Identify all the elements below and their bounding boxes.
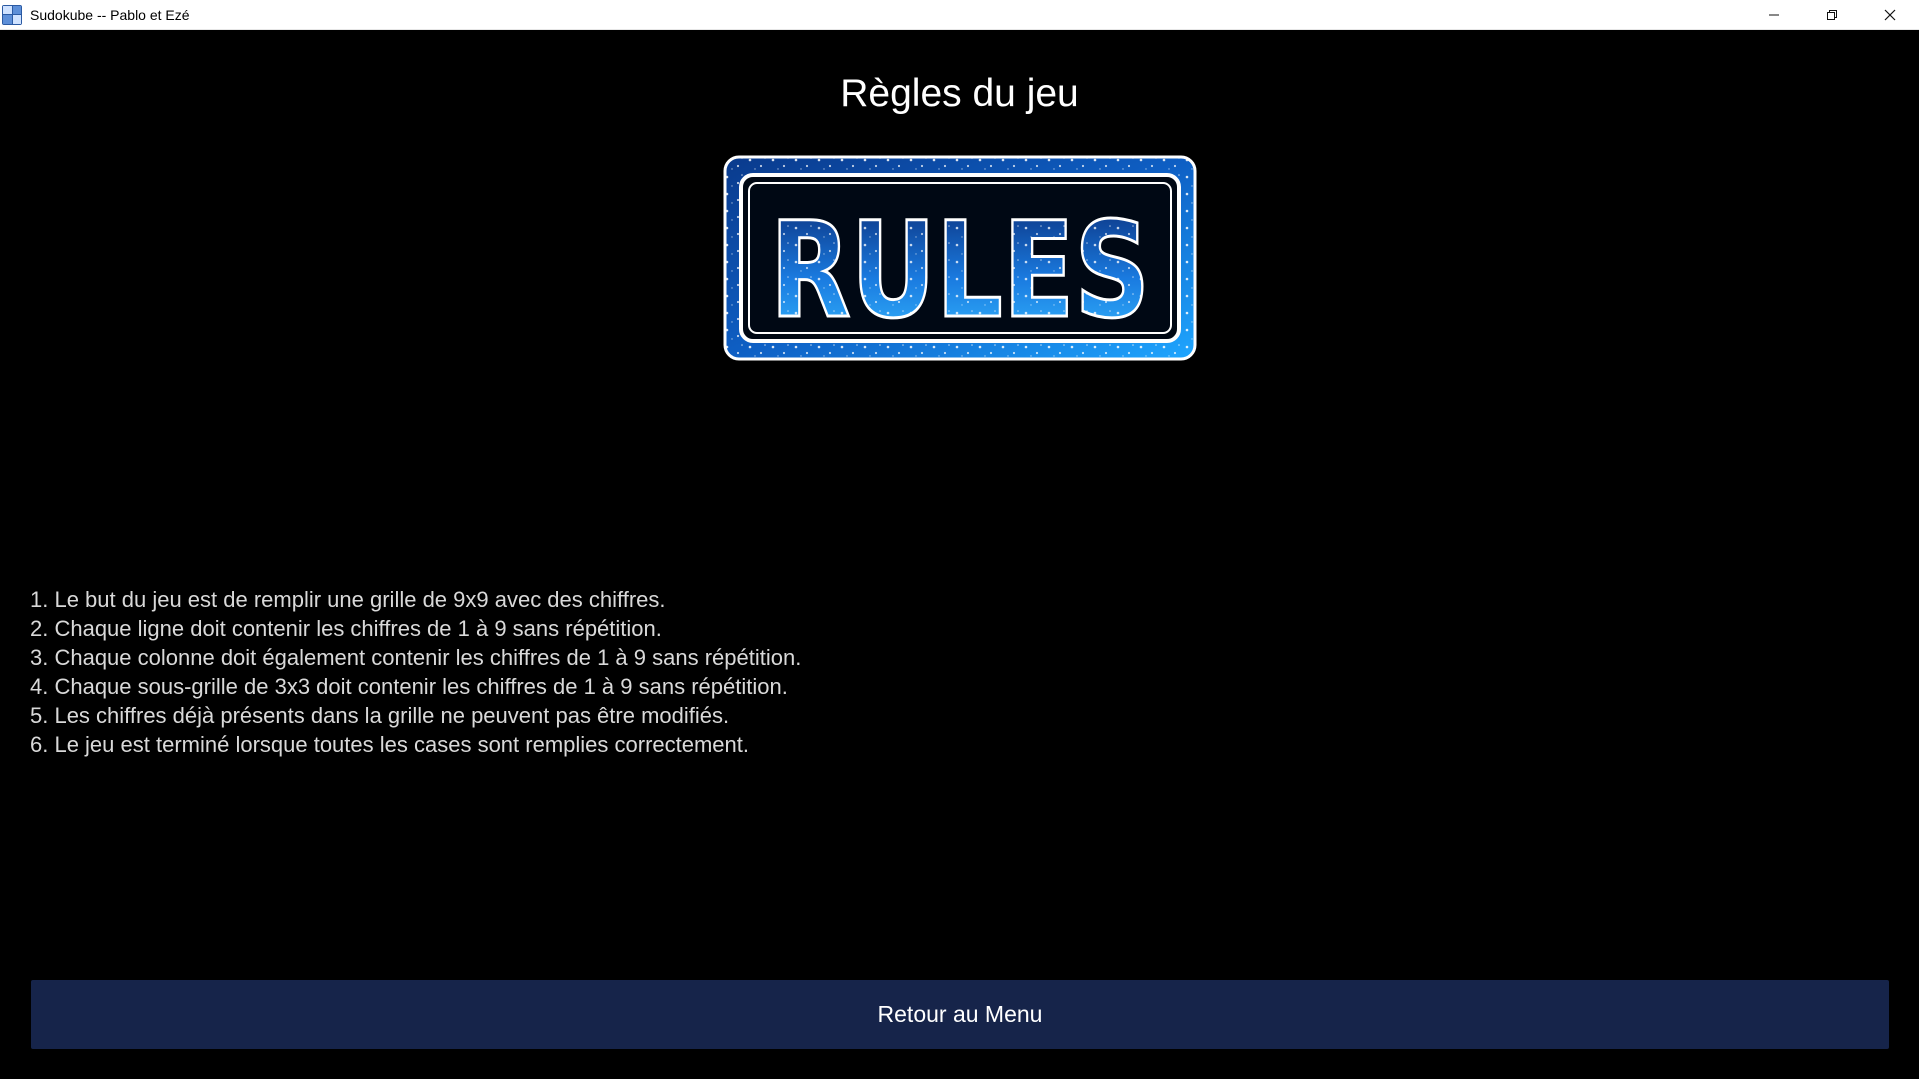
back-to-menu-button[interactable]: Retour au Menu bbox=[31, 980, 1889, 1049]
rule-item: 3. Chaque colonne doit également conteni… bbox=[30, 645, 802, 670]
rules-banner-texture: RULES bbox=[770, 194, 1150, 348]
rule-item: 2. Chaque ligne doit contenir les chiffr… bbox=[30, 616, 662, 641]
rule-item: 1. Le but du jeu est de remplir une gril… bbox=[30, 587, 666, 612]
window-controls bbox=[1745, 0, 1919, 29]
rules-banner-image: RULES RULES bbox=[723, 155, 1197, 361]
rule-item: 6. Le jeu est terminé lorsque toutes les… bbox=[30, 732, 750, 757]
title-bar[interactable]: Sudokube -- Pablo et Ezé bbox=[0, 0, 1919, 30]
rules-list: 1. Le but du jeu est de remplir une gril… bbox=[30, 585, 801, 759]
rule-item: 5. Les chiffres déjà présents dans la gr… bbox=[30, 703, 730, 728]
close-button[interactable] bbox=[1861, 0, 1919, 29]
app-window: Sudokube -- Pablo et Ezé Règles du jeu R… bbox=[0, 0, 1919, 1079]
close-icon bbox=[1884, 9, 1896, 20]
rule-item: 4. Chaque sous-grille de 3x3 doit conten… bbox=[30, 674, 788, 699]
minimize-icon bbox=[1769, 14, 1779, 15]
restore-button[interactable] bbox=[1803, 0, 1861, 29]
minimize-button[interactable] bbox=[1745, 0, 1803, 29]
restore-icon bbox=[1827, 9, 1837, 20]
page-title: Règles du jeu bbox=[840, 72, 1079, 115]
sudoku-grid-icon bbox=[2, 4, 22, 25]
window-title: Sudokube -- Pablo et Ezé bbox=[30, 6, 190, 23]
